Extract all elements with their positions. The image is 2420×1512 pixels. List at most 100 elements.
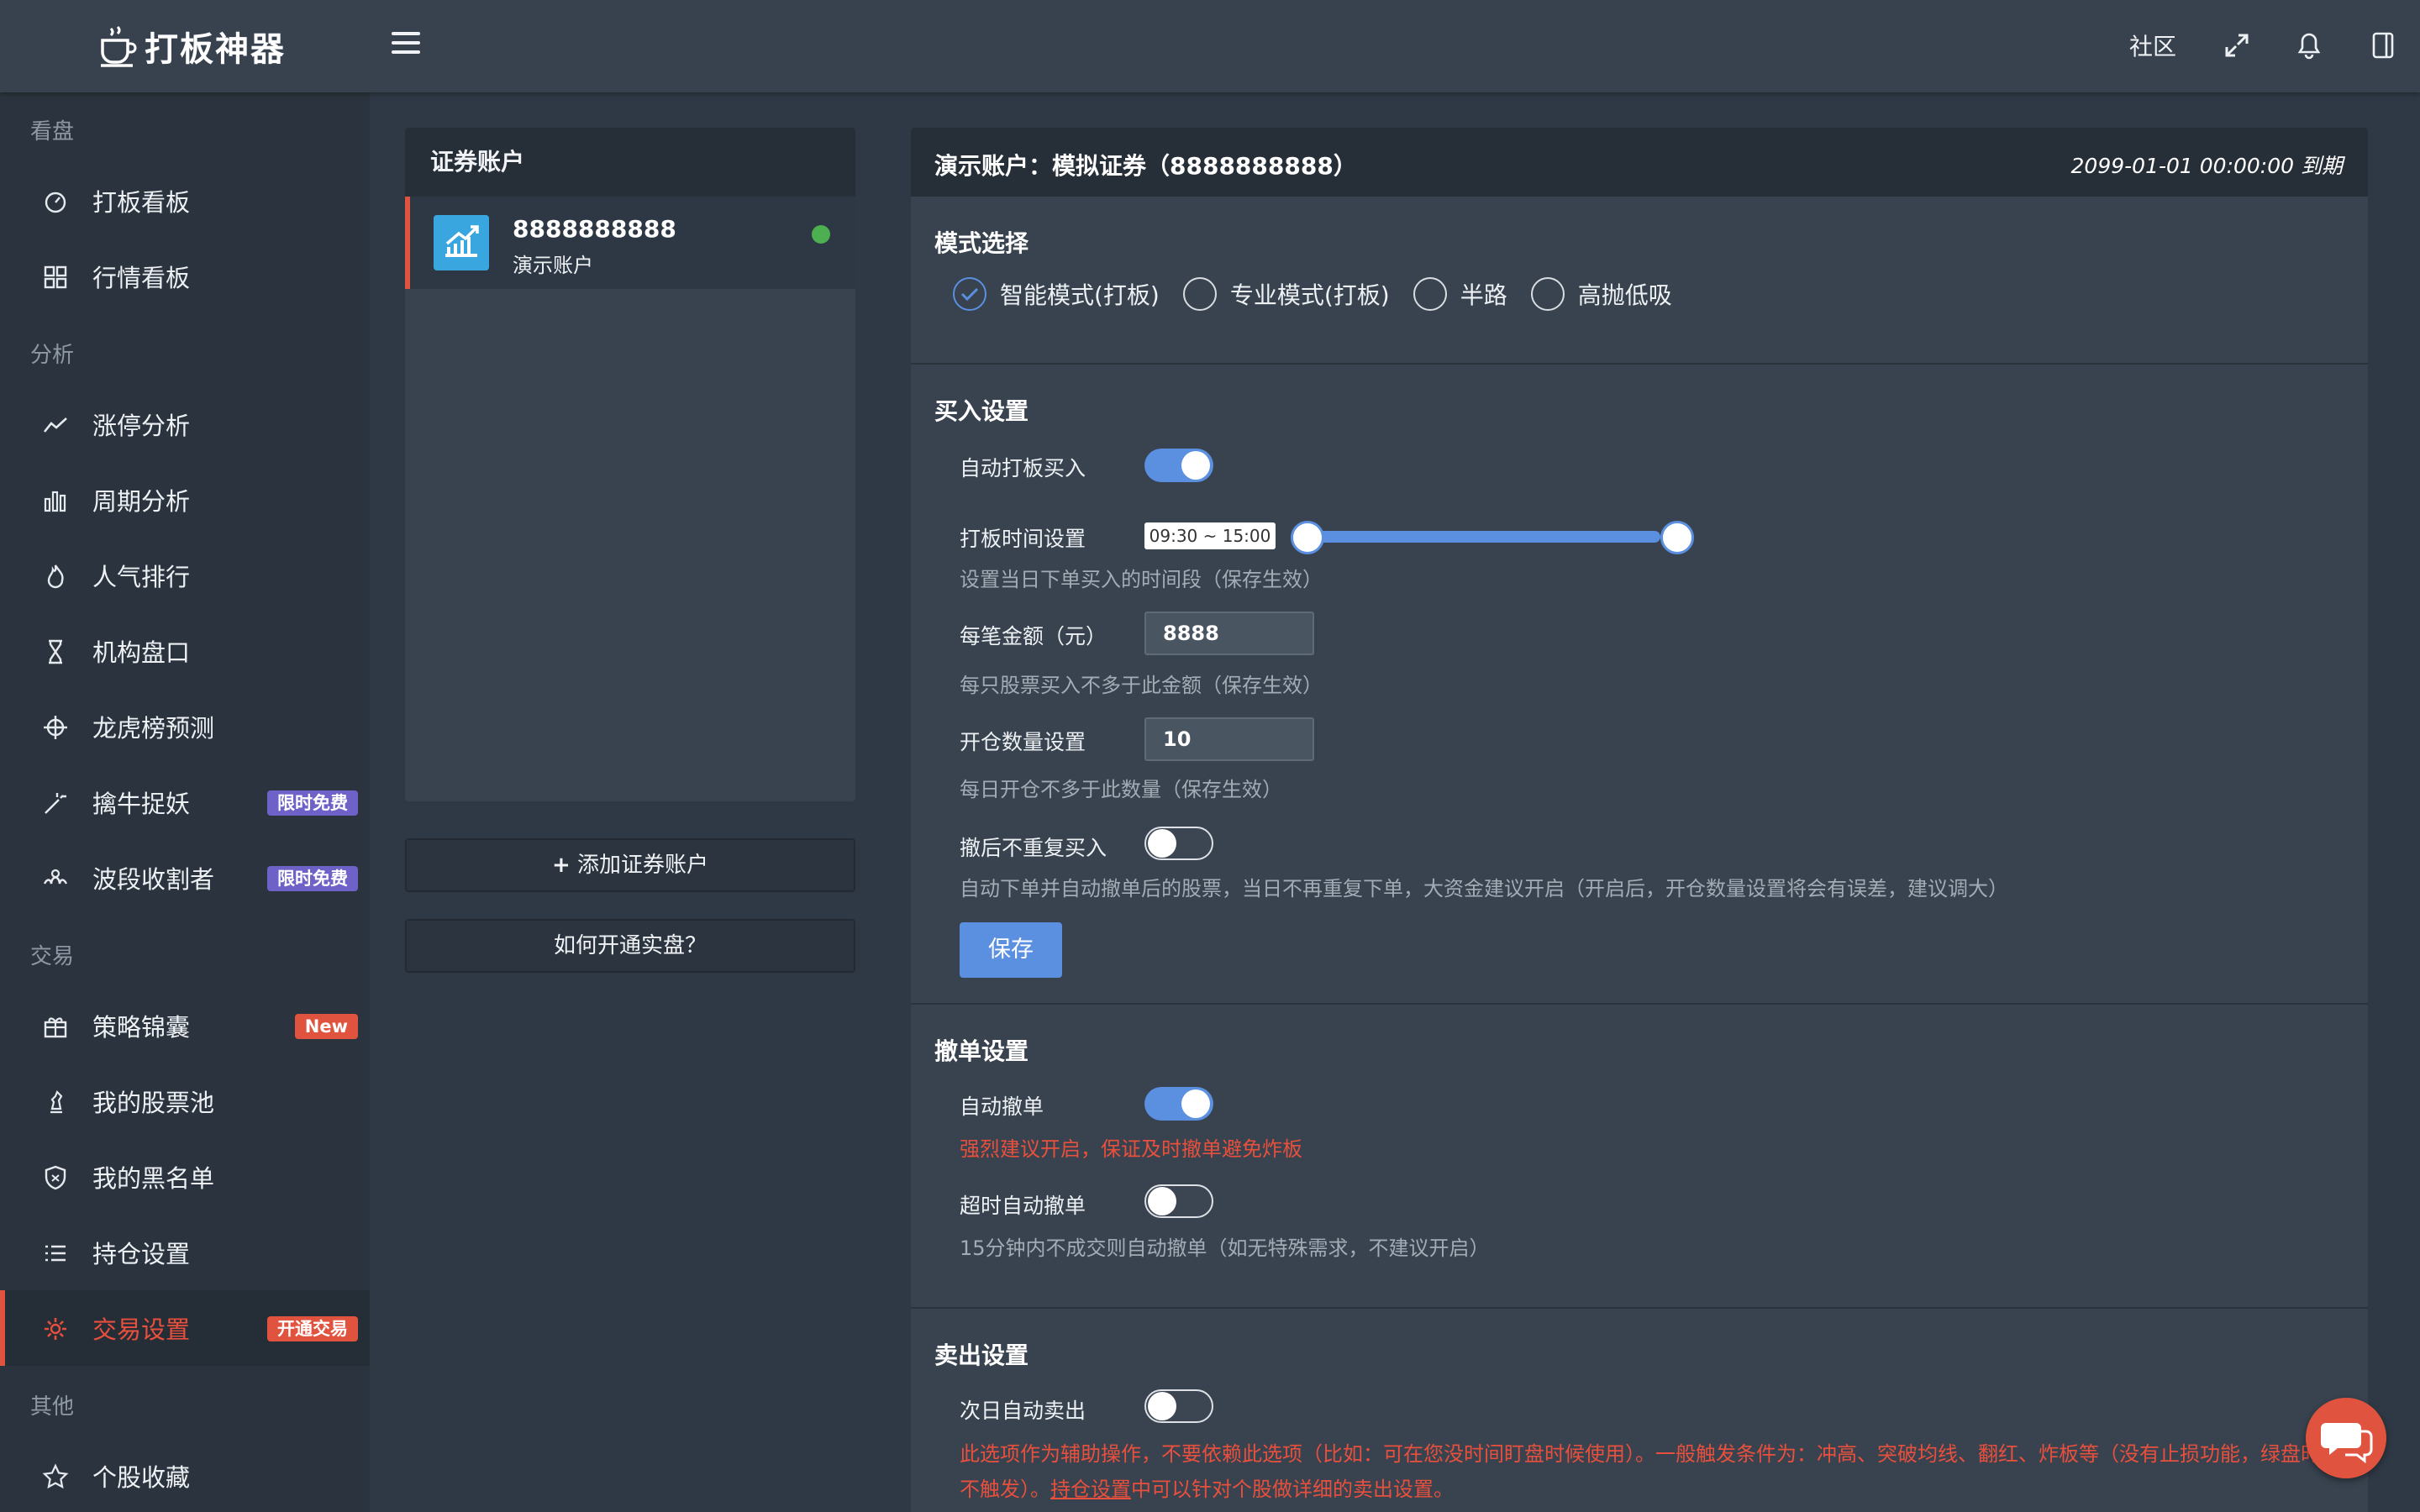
sidebar-item-label: 策略锦囊 bbox=[92, 1013, 191, 1042]
timeout-cancel-hint: 15分钟内不成交则自动撤单（如无特殊需求，不建议开启） bbox=[960, 1236, 1490, 1260]
radio-high-sell-low-buy[interactable] bbox=[1530, 277, 1565, 311]
sidebar-item-popularity-rank[interactable]: 人气排行 bbox=[0, 538, 370, 613]
new-badge: New bbox=[294, 1014, 358, 1039]
auto-buy-toggle[interactable] bbox=[1144, 449, 1213, 482]
section-divider bbox=[911, 1003, 2368, 1005]
community-link[interactable]: 社区 bbox=[2129, 29, 2176, 62]
next-day-sell-toggle[interactable] bbox=[1144, 1389, 1213, 1423]
auto-cancel-toggle[interactable] bbox=[1144, 1087, 1213, 1121]
sidebar-item-label: 涨停分析 bbox=[92, 412, 191, 440]
sidebar-item-limit-up-analysis[interactable]: 涨停分析 bbox=[0, 386, 370, 462]
chess-icon bbox=[50, 1090, 63, 1114]
sidebar-item-swing-harvester[interactable]: 波段收割者 限时免费 bbox=[0, 840, 370, 916]
top-bar: 打板神器 社区 bbox=[0, 0, 2420, 92]
sell-note-text-end: 中可以针对个股做详细的卖出设置。 bbox=[1131, 1478, 1454, 1501]
amount-input[interactable]: 8888 bbox=[1144, 612, 1314, 655]
next-day-sell-label: 次日自动卖出 bbox=[960, 1399, 1086, 1423]
sidebar-item-label: 人气排行 bbox=[92, 563, 191, 591]
list-icon bbox=[45, 1245, 66, 1262]
slider-start-handle[interactable] bbox=[1291, 521, 1324, 554]
save-button[interactable]: 保存 bbox=[960, 922, 1062, 978]
timeout-cancel-label: 超时自动撤单 bbox=[960, 1194, 1086, 1218]
position-count-input[interactable]: 10 bbox=[1144, 717, 1314, 761]
trend-line-icon bbox=[43, 417, 67, 433]
sell-section-title: 卖出设置 bbox=[934, 1341, 1029, 1369]
account-type: 演示账户 bbox=[513, 254, 593, 277]
wave-icon bbox=[43, 869, 68, 885]
sidebar-item-label: 周期分析 bbox=[92, 487, 191, 516]
app-logo-text: 打板神器 bbox=[145, 30, 286, 69]
sidebar-item-position-settings[interactable]: 持仓设置 bbox=[0, 1215, 370, 1290]
star-icon bbox=[42, 1463, 69, 1489]
limited-free-badge: 限时免费 bbox=[267, 790, 358, 816]
check-icon bbox=[960, 287, 979, 302]
time-setting-label: 打板时间设置 bbox=[960, 527, 1086, 551]
sidebar-item-blacklist[interactable]: 我的黑名单 bbox=[0, 1139, 370, 1215]
radio-halfway[interactable] bbox=[1413, 277, 1447, 311]
sidebar-item-cycle-analysis[interactable]: 周期分析 bbox=[0, 462, 370, 538]
app-logo[interactable]: 打板神器 bbox=[99, 22, 286, 71]
fullscreen-icon[interactable] bbox=[2222, 30, 2252, 60]
chat-bubble-icon bbox=[2321, 1423, 2373, 1464]
trade-settings-panel: 演示账户：模拟证券（8888888888） 2099-01-01 00:00:0… bbox=[911, 128, 2368, 1512]
gear-icon bbox=[45, 1318, 66, 1340]
sidebar: 看盘 打板看板 行情看板 分析 涨停分析 周期分析 人气排行 机构盘口 龙虎榜预… bbox=[0, 92, 370, 1512]
sidebar-item-trade-settings[interactable]: 交易设置 开通交易 bbox=[0, 1290, 370, 1366]
time-range-slider[interactable] bbox=[1307, 531, 1660, 543]
gift-icon bbox=[44, 1017, 67, 1038]
position-settings-link[interactable]: 持仓设置 bbox=[1050, 1478, 1131, 1501]
sidebar-item-favorites[interactable]: 个股收藏 bbox=[0, 1438, 370, 1512]
mode-radio-group: 智能模式(打板) 专业模式(打板) 半路 高抛低吸 bbox=[953, 276, 1696, 312]
amount-label: 每笔金额（元） bbox=[960, 624, 1107, 648]
radio-label[interactable]: 专业模式(打板) bbox=[1230, 277, 1390, 311]
sidebar-item-institution[interactable]: 机构盘口 bbox=[0, 613, 370, 689]
no-rebuy-toggle[interactable] bbox=[1144, 827, 1213, 860]
add-account-button[interactable]: + 添加证券账户 bbox=[405, 838, 855, 892]
no-rebuy-hint: 自动下单并自动撤单后的股票，当日不再重复下单，大资金建议开启（开启后，开仓数量设… bbox=[960, 877, 2008, 900]
bell-icon[interactable] bbox=[2294, 30, 2324, 60]
account-list-item[interactable]: 8888888888 演示账户 bbox=[405, 197, 855, 289]
radio-pro-mode[interactable] bbox=[1182, 277, 1217, 311]
radio-label[interactable]: 半路 bbox=[1460, 277, 1507, 311]
accounts-panel: 证券账户 8888888888 演示账户 bbox=[405, 128, 855, 801]
sidebar-item-label: 打板看板 bbox=[92, 188, 191, 217]
slider-end-handle[interactable] bbox=[1660, 521, 1694, 554]
sidebar-item-label: 交易设置 bbox=[92, 1315, 191, 1344]
expire-date: 2099-01-01 00:00:00 到期 bbox=[2070, 154, 2343, 178]
shield-icon bbox=[45, 1165, 66, 1190]
chat-button[interactable] bbox=[2306, 1398, 2386, 1478]
amount-hint: 每只股票买入不多于此金额（保存生效） bbox=[960, 674, 1323, 697]
section-divider bbox=[911, 363, 2368, 365]
sidebar-item-label: 个股收藏 bbox=[92, 1463, 191, 1492]
sell-note: 此选项作为辅助操作，不要依赖此选项（比如：可在您没时间盯盘时候使用）。一般触发条… bbox=[960, 1436, 2338, 1507]
sidebar-item-label: 我的黑名单 bbox=[92, 1164, 215, 1193]
radio-label[interactable]: 智能模式(打板) bbox=[1000, 277, 1160, 311]
magic-wand-icon bbox=[45, 793, 66, 814]
flame-icon bbox=[47, 564, 64, 589]
sidebar-item-strategy[interactable]: 策略锦囊 New bbox=[0, 988, 370, 1063]
sidebar-panel-icon[interactable] bbox=[2368, 30, 2398, 60]
sidebar-item-label: 我的股票池 bbox=[92, 1089, 215, 1117]
open-trading-badge: 开通交易 bbox=[267, 1316, 358, 1341]
account-header: 演示账户：模拟证券（8888888888） 2099-01-01 00:00:0… bbox=[911, 128, 2368, 197]
sidebar-item-market-board[interactable]: 行情看板 bbox=[0, 239, 370, 314]
sidebar-item-label: 波段收割者 bbox=[92, 865, 215, 894]
time-range-tooltip: 09:30 ~ 15:00 bbox=[1144, 522, 1276, 549]
how-to-open-button[interactable]: 如何开通实盘？ bbox=[405, 919, 855, 973]
sidebar-item-label: 持仓设置 bbox=[92, 1240, 191, 1268]
auto-cancel-label: 自动撤单 bbox=[960, 1095, 1044, 1119]
position-count-label: 开仓数量设置 bbox=[960, 730, 1086, 754]
radio-label[interactable]: 高抛低吸 bbox=[1578, 277, 1672, 311]
sidebar-section-title: 分析 bbox=[30, 343, 75, 368]
menu-toggle-icon[interactable] bbox=[392, 32, 420, 60]
auto-buy-label: 自动打板买入 bbox=[960, 456, 1086, 480]
sidebar-item-label: 机构盘口 bbox=[92, 638, 191, 667]
sidebar-item-daban-board[interactable]: 打板看板 bbox=[0, 163, 370, 239]
auto-cancel-hint: 强烈建议开启，保证及时撤单避免炸板 bbox=[960, 1137, 1302, 1161]
sidebar-section-title: 交易 bbox=[30, 944, 75, 969]
timeout-cancel-toggle[interactable] bbox=[1144, 1184, 1213, 1218]
sidebar-item-stock-pool[interactable]: 我的股票池 bbox=[0, 1063, 370, 1139]
sidebar-item-dragon-tiger[interactable]: 龙虎榜预测 bbox=[0, 689, 370, 764]
radio-smart-mode[interactable] bbox=[953, 277, 986, 311]
sidebar-item-catch-bull[interactable]: 擒牛捉妖 限时免费 bbox=[0, 764, 370, 840]
